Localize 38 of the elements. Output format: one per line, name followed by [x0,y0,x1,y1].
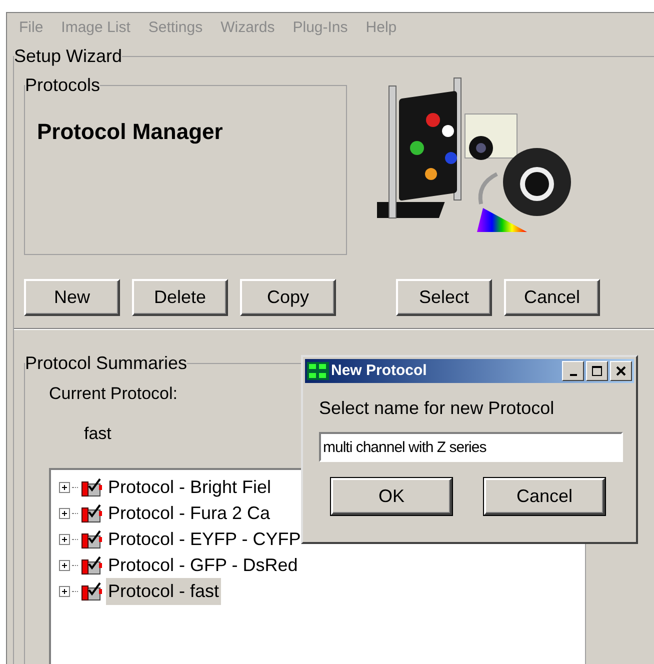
push-button[interactable]: Cancel [504,279,600,316]
protocol-checkmark-icon [80,528,104,550]
tree-item[interactable]: Protocol - fast [106,578,222,604]
protocol-checkmark-icon [80,554,104,576]
protocol-checkmark-icon [80,580,104,602]
tree-item[interactable]: Protocol - GFP - DsRed [106,552,300,578]
expand-toggle-icon[interactable] [59,560,70,570]
dialog-title: New Protocol [331,360,428,381]
group-title: Protocol Summaries [25,352,188,375]
expand-toggle-icon[interactable] [59,508,70,518]
protocol-checkmark-icon [80,476,104,498]
push-button[interactable]: New [24,279,120,316]
app-icon [307,362,329,380]
push-button[interactable]: Copy [240,279,336,316]
protocol-checkmark-icon [80,502,104,524]
dialog-prompt: Select name for new Protocol [319,397,556,420]
maximize-button[interactable] [586,361,608,381]
expand-toggle-icon[interactable] [59,586,70,596]
minimize-icon [570,374,576,376]
close-button[interactable] [610,361,632,381]
tree-item[interactable]: Protocol - Bright Fiel [106,474,274,500]
push-button[interactable]: Select [396,279,492,316]
group-title: Protocols [25,74,100,97]
current-protocol-label: Current Protocol: [49,383,178,405]
push-button[interactable]: Cancel [484,478,605,515]
push-button[interactable]: Delete [132,279,228,316]
tree-item[interactable]: Protocol - Fura 2 Ca [106,500,272,526]
maximize-icon [591,365,603,377]
group-title: Setup Wizard [14,45,122,68]
tree-item[interactable]: Protocol - EYFP - CYFP [106,526,303,552]
protocol-manager-heading: Protocol Manager [37,118,224,146]
current-protocol-value: fast [84,422,112,444]
push-button[interactable]: OK [331,478,452,515]
close-icon [615,365,627,377]
minimize-button[interactable] [562,361,584,381]
expand-toggle-icon[interactable] [59,482,70,492]
name-input-field[interactable]: multi channel with Z series [319,432,623,462]
expand-toggle-icon[interactable] [59,534,70,544]
